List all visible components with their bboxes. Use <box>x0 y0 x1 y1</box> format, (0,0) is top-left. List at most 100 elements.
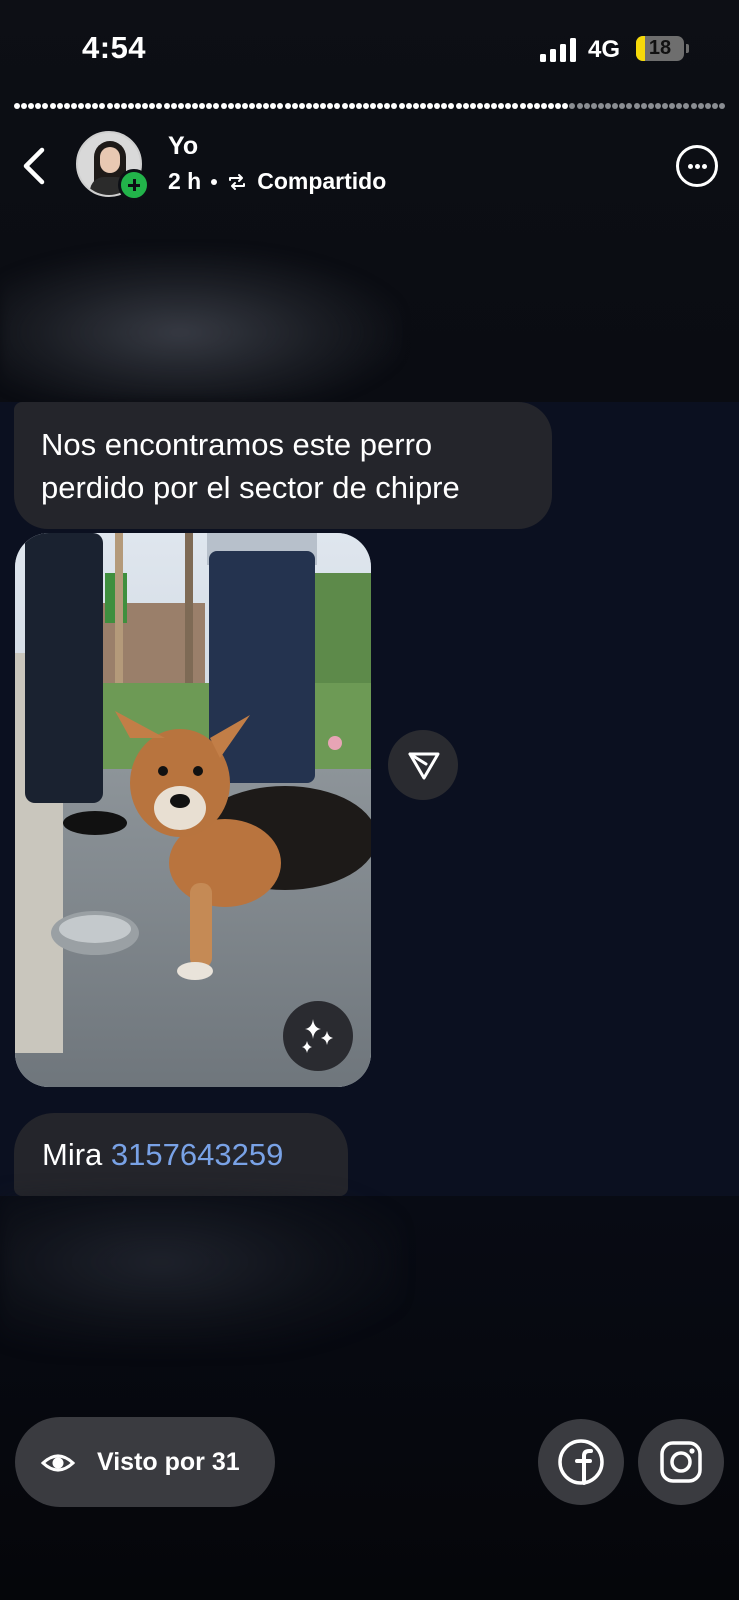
story-segment <box>412 103 419 109</box>
reply-bubble: Mira 3157643259 <box>14 1113 348 1196</box>
story-segment <box>142 103 149 109</box>
story-segment <box>28 103 35 109</box>
network-type: 4G <box>588 36 621 63</box>
story-segment <box>526 103 533 109</box>
viewers-button[interactable]: Visto por 31 <box>15 1417 275 1507</box>
ai-edit-button[interactable] <box>283 1001 353 1071</box>
facebook-share-button[interactable] <box>538 1419 624 1505</box>
story-segment <box>113 103 120 109</box>
message-line: Nos encontramos este perro <box>41 427 433 462</box>
story-segment <box>569 103 576 109</box>
share-button[interactable] <box>388 730 458 800</box>
story-segment <box>669 103 676 109</box>
story-segment <box>106 103 113 109</box>
shared-label: Compartido <box>257 168 387 194</box>
story-segment <box>56 103 63 109</box>
story-meta: 2 h Compartido <box>168 168 386 195</box>
story-segment <box>455 103 462 109</box>
story-segment <box>662 103 669 109</box>
story-segment <box>92 103 99 109</box>
story-segment <box>491 103 498 109</box>
status-time: 4:54 <box>82 30 147 65</box>
battery-tip <box>686 44 689 53</box>
story-segment <box>334 103 341 109</box>
story-segment <box>199 103 206 109</box>
story-segment <box>362 103 369 109</box>
story-owner-name[interactable]: Yo <box>168 132 198 161</box>
story-segment <box>462 103 469 109</box>
story-segment <box>227 103 234 109</box>
story-segment <box>434 103 441 109</box>
facebook-icon <box>558 1439 604 1485</box>
story-segment <box>35 103 42 109</box>
story-segment <box>291 103 298 109</box>
story-segment <box>612 103 619 109</box>
reply-prefix: Mira <box>42 1137 103 1172</box>
story-segment <box>419 103 426 109</box>
story-segment <box>313 103 320 109</box>
story-viewer: 4:54 4G 18 Yo 2 h Compartido Nos encontr… <box>0 0 739 1600</box>
story-segment <box>633 103 640 109</box>
ai-sparkle-icon <box>302 1019 333 1053</box>
story-segment <box>156 103 163 109</box>
share-arrow-icon <box>408 752 440 780</box>
story-segment <box>192 103 199 109</box>
story-segment <box>626 103 633 109</box>
story-segment <box>384 103 391 109</box>
separator-dot <box>211 178 218 185</box>
story-segment <box>697 103 704 109</box>
story-segment <box>640 103 647 109</box>
story-segment <box>63 103 70 109</box>
back-chevron-icon <box>23 147 45 185</box>
instagram-share-button[interactable] <box>638 1419 724 1505</box>
story-segment <box>277 103 284 109</box>
story-segment <box>99 103 106 109</box>
story-segment <box>85 103 92 109</box>
story-segment <box>719 103 725 109</box>
story-segment <box>512 103 519 109</box>
story-segment <box>327 103 334 109</box>
story-segment <box>476 103 483 109</box>
blurred-region-top <box>0 250 400 400</box>
story-segment <box>42 103 49 109</box>
story-segment <box>548 103 555 109</box>
status-bar: 4:54 4G 18 <box>0 0 739 100</box>
story-segment <box>398 103 405 109</box>
back-button[interactable] <box>18 144 54 188</box>
story-segment <box>355 103 362 109</box>
story-segment <box>619 103 626 109</box>
story-segment <box>605 103 612 109</box>
story-segment <box>184 103 191 109</box>
story-segment <box>234 103 241 109</box>
story-segment <box>170 103 177 109</box>
story-segment <box>49 103 56 109</box>
story-segment <box>206 103 213 109</box>
add-story-icon[interactable] <box>118 169 150 201</box>
user-avatar-button[interactable] <box>76 131 150 201</box>
story-segment <box>562 103 569 109</box>
story-segment <box>583 103 590 109</box>
story-segment <box>469 103 476 109</box>
story-segment <box>704 103 711 109</box>
story-segment <box>505 103 512 109</box>
more-options-icon[interactable] <box>676 145 718 187</box>
story-segment <box>683 103 690 109</box>
story-segment <box>149 103 156 109</box>
story-segment <box>441 103 448 109</box>
story-segment <box>135 103 142 109</box>
viewers-label: Visto por 31 <box>97 1448 240 1476</box>
signal-icon <box>540 38 578 62</box>
story-segment <box>78 103 85 109</box>
battery-icon: 18 <box>636 36 684 61</box>
story-segment <box>654 103 661 109</box>
story-segment <box>70 103 77 109</box>
phone-number-link[interactable]: 3157643259 <box>111 1137 283 1172</box>
story-segment <box>377 103 384 109</box>
story-segment <box>241 103 248 109</box>
repost-icon <box>229 173 246 190</box>
story-segment <box>370 103 377 109</box>
story-segment <box>590 103 597 109</box>
story-segment <box>555 103 562 109</box>
story-segment <box>597 103 604 109</box>
message-bubble: Nos encontramos este perro perdido por e… <box>14 402 552 529</box>
